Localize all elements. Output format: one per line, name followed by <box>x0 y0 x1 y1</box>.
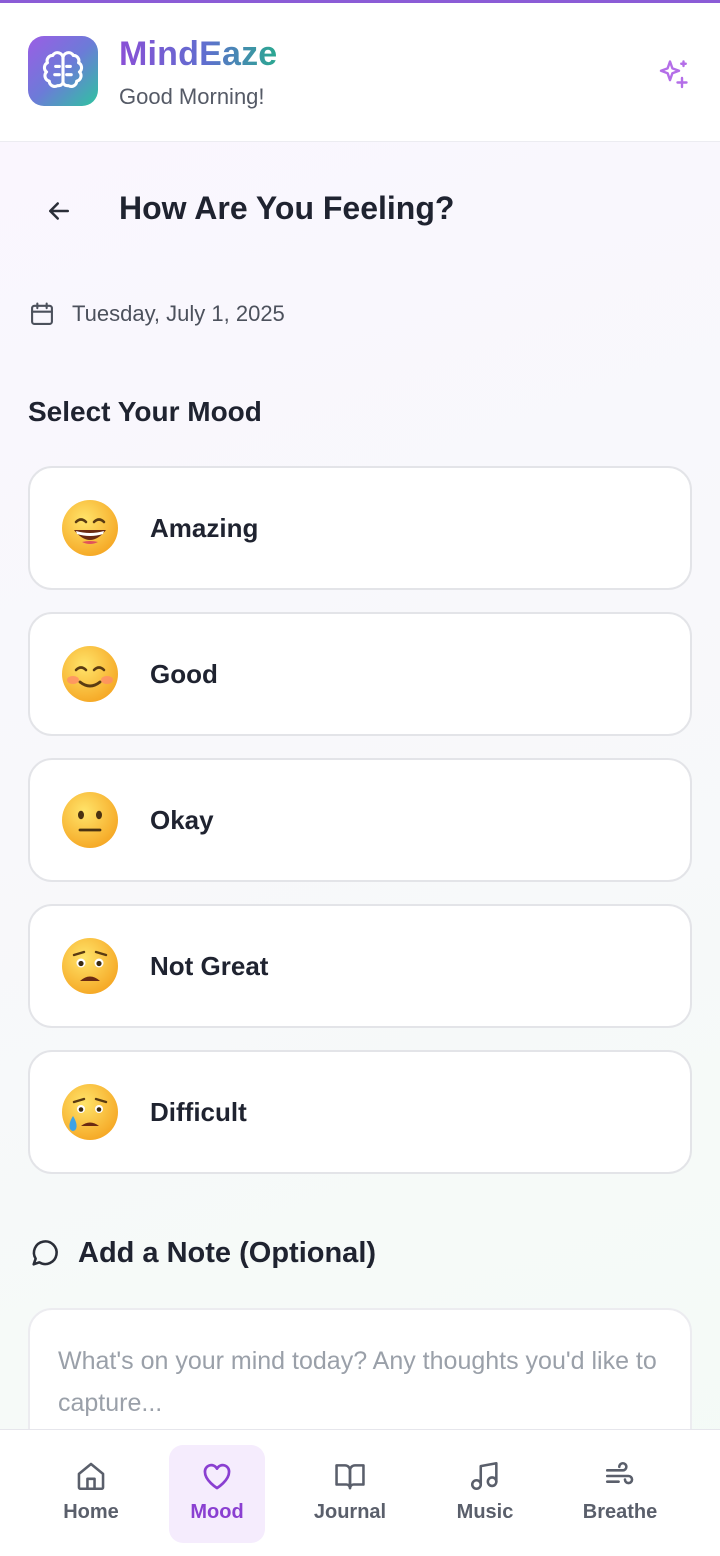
nav-label: Music <box>456 1501 514 1523</box>
mood-option-good[interactable]: Good <box>28 612 692 736</box>
mood-label: Good <box>150 658 218 689</box>
smiling-face-icon <box>62 646 118 702</box>
nav-item-mood[interactable]: Mood <box>169 1445 265 1543</box>
wind-icon <box>605 1462 634 1485</box>
page-title: How Are You Feeling? <box>119 190 455 226</box>
mood-label: Okay <box>150 804 214 835</box>
date-row: Tuesday, July 1, 2025 <box>28 300 285 328</box>
nav-item-home[interactable]: Home <box>43 1445 139 1543</box>
nav-item-music[interactable]: Music <box>437 1445 533 1543</box>
book-icon <box>335 1464 365 1490</box>
chat-bubble-icon <box>32 1240 58 1266</box>
greeting-text: Good Morning! <box>119 84 265 109</box>
arrow-left-icon <box>49 202 69 220</box>
back-button[interactable] <box>36 188 82 234</box>
mood-option-okay[interactable]: Okay <box>28 758 692 882</box>
nav-label: Breathe <box>582 1501 658 1523</box>
home-icon <box>77 1462 105 1491</box>
note-title-row: Add a Note (Optional) <box>28 1236 376 1270</box>
music-note-icon <box>470 1461 498 1491</box>
bottom-nav: Home Mood Journal Music Breathe <box>0 1429 720 1556</box>
mood-label: Difficult <box>150 1096 247 1127</box>
mood-option-not-great[interactable]: Not Great <box>28 904 692 1028</box>
date-text: Tuesday, July 1, 2025 <box>72 301 285 326</box>
app-header: MindEaze Good Morning! <box>0 3 720 142</box>
worried-face-icon <box>62 938 118 994</box>
app-root: MindEaze Good Morning! How Are You Feeli… <box>0 0 720 1556</box>
crying-face-icon <box>62 1084 118 1140</box>
grinning-face-icon <box>62 500 118 556</box>
mood-option-difficult[interactable]: Difficult <box>28 1050 692 1174</box>
nav-label: Mood <box>190 1501 244 1523</box>
sparkle-icon[interactable] <box>655 57 691 93</box>
mood-label: Not Great <box>150 950 269 981</box>
brain-logo-icon <box>28 36 98 106</box>
neutral-face-icon <box>62 792 118 848</box>
nav-item-breathe[interactable]: Breathe <box>572 1445 668 1543</box>
mood-list: Amazing Good Okay Not Great Difficult <box>28 466 692 1196</box>
nav-label: Home <box>63 1501 119 1523</box>
mood-label: Amazing <box>150 512 259 543</box>
heart-icon <box>203 1463 231 1490</box>
nav-item-journal[interactable]: Journal <box>302 1445 398 1543</box>
calendar-icon <box>31 302 53 325</box>
app-name: MindEaze <box>119 35 278 73</box>
mood-option-amazing[interactable]: Amazing <box>28 466 692 590</box>
note-title: Add a Note (Optional) <box>78 1236 377 1269</box>
nav-label: Journal <box>313 1501 387 1523</box>
section-title: Select Your Mood <box>28 396 262 427</box>
